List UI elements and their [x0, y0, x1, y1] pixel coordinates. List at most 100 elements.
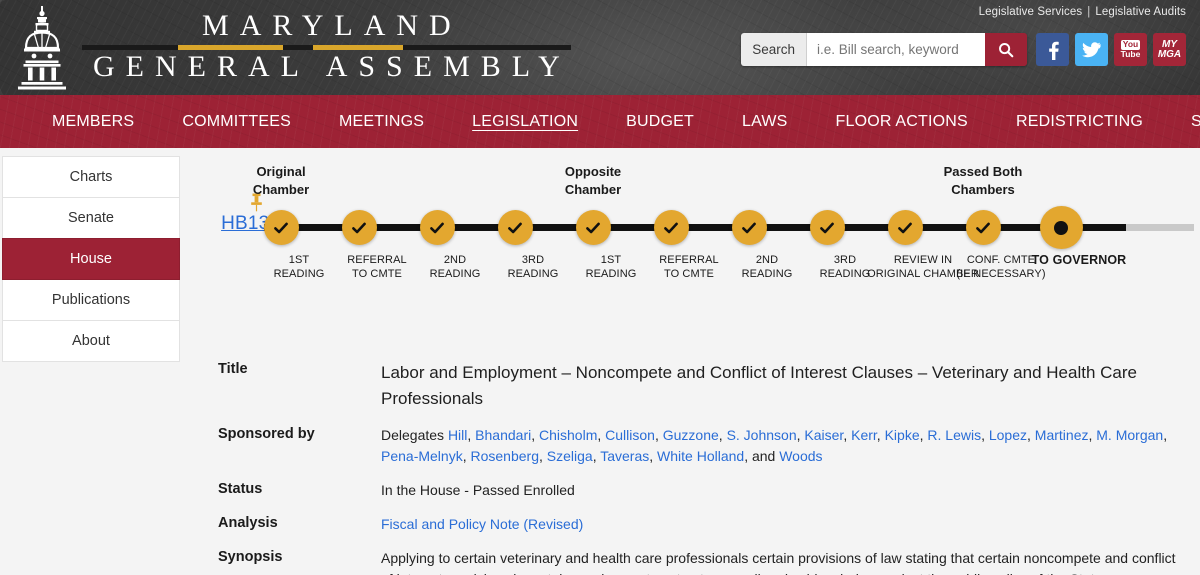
group-label-line1: Opposite [564, 164, 622, 179]
timeline-node-1-complete[interactable] [341, 210, 377, 245]
nav-item-legislation[interactable]: LEGISLATION [448, 113, 602, 131]
nav-item-meetings[interactable]: MEETINGS [315, 113, 448, 131]
site-header: MARYLAND GENERAL ASSEMBLY Legislative Se… [0, 0, 1200, 95]
check-icon [976, 222, 990, 233]
value-sponsors: Delegates Hill, Bhandari, Chisholm, Cull… [381, 427, 1168, 464]
sidebar-item-publications[interactable]: Publications [2, 279, 180, 321]
nav-item-committees[interactable]: COMMITTEES [158, 113, 315, 131]
group-label-line1: Passed Both [943, 164, 1023, 179]
sponsor-link[interactable]: Lopez [989, 427, 1027, 443]
search-box: Search [741, 33, 1027, 66]
mga-label-line2: MGA [1157, 48, 1182, 60]
header-search-area: Search You [741, 33, 1186, 66]
search-submit-button[interactable] [985, 33, 1027, 66]
detail-row-analysis: Analysis Fiscal and Policy Note (Revised… [218, 514, 1186, 535]
timeline-label-line2: (IF NECESSARY) [956, 268, 1046, 280]
sponsor-link[interactable]: M. Morgan [1096, 427, 1163, 443]
timeline-node-2-complete[interactable] [419, 210, 455, 245]
twitter-icon [1082, 41, 1101, 57]
sponsor-link[interactable]: Szeliga [547, 448, 593, 464]
sponsor-link[interactable]: Bhandari [475, 427, 531, 443]
sidebar-item-senate[interactable]: Senate [2, 197, 180, 239]
search-label: Search [741, 33, 807, 66]
social-links: You Tube MY MGA [1036, 33, 1186, 66]
header-utility-links: Legislative Services | Legislative Audits [979, 6, 1186, 18]
check-icon [664, 222, 678, 233]
site-logo[interactable]: MARYLAND GENERAL ASSEMBLY [12, 4, 571, 90]
search-input[interactable] [807, 33, 985, 66]
timeline-node-0-complete[interactable] [263, 210, 299, 245]
youtube-label-line2: Tube [1120, 48, 1141, 59]
nav-item-members[interactable]: MEMBERS [28, 113, 158, 131]
analysis-link[interactable]: Fiscal and Policy Note (Revised) [381, 516, 583, 532]
timeline-group-label-2: Passed Both Chambers [918, 163, 1048, 199]
page-body: Charts Senate House Publications About HB138… [0, 148, 1200, 575]
check-icon [430, 222, 444, 233]
sponsor-link[interactable]: Taveras [600, 448, 649, 464]
sponsor-link[interactable]: R. Lewis [927, 427, 981, 443]
youtube-link[interactable]: You Tube [1114, 33, 1147, 66]
timeline-node-4-complete[interactable] [575, 210, 611, 245]
sponsor-link[interactable]: Chisholm [539, 427, 597, 443]
check-icon [352, 222, 366, 233]
sponsor-link[interactable]: Hill [448, 427, 467, 443]
main-navigation-items: MEMBERS COMMITTEES MEETINGS LEGISLATION BUDG… [0, 113, 1200, 131]
maryland-statehouse-dome-icon [18, 6, 66, 90]
detail-row-title: Title Labor and Employment – Noncompete … [218, 360, 1186, 412]
timeline-node-8-complete[interactable] [887, 210, 923, 245]
timeline-track-remaining [1126, 224, 1194, 231]
sidebar-item-charts[interactable]: Charts [2, 156, 180, 198]
check-icon [508, 222, 522, 233]
sponsor-link[interactable]: White Holland [657, 448, 744, 464]
sponsor-link[interactable]: Pena-Melnyk [381, 448, 463, 464]
timeline-node-10-current[interactable] [1039, 206, 1083, 249]
link-legislative-audits[interactable]: Legislative Audits [1095, 6, 1186, 18]
sponsor-link[interactable]: Woods [779, 448, 822, 464]
timeline-node-9-complete[interactable] [965, 210, 1001, 245]
nav-item-laws[interactable]: LAWS [718, 113, 812, 131]
sponsor-link[interactable]: Martinez [1035, 427, 1089, 443]
group-label-line1: Original [256, 164, 306, 179]
value-status: In the House - Passed Enrolled [381, 482, 575, 498]
sponsor-link[interactable]: Kaiser [804, 427, 843, 443]
sponsor-link[interactable]: Guzzone [663, 427, 719, 443]
wordmark-line-1: MARYLAND [202, 9, 462, 43]
value-analysis: Fiscal and Policy Note (Revised) [381, 514, 1186, 535]
my-mga-link[interactable]: MY MGA [1153, 33, 1186, 66]
bill-details: Title Labor and Employment – Noncompete … [218, 360, 1186, 575]
timeline-node-3-complete[interactable] [497, 210, 533, 245]
timeline-group-label-0: Original Chamber [216, 163, 346, 199]
nav-item-redistricting[interactable]: REDISTRICTING [992, 113, 1167, 131]
timeline-node-7-complete[interactable] [809, 210, 845, 245]
nav-item-floor-actions[interactable]: FLOOR ACTIONS [812, 113, 992, 131]
check-icon [274, 222, 288, 233]
value-title: Labor and Employment – Noncompete and Co… [381, 363, 1137, 408]
nav-item-budget[interactable]: BUDGET [602, 113, 718, 131]
sponsor-link[interactable]: S. Johnson [727, 427, 797, 443]
check-icon [742, 222, 756, 233]
current-step-dot-icon [1054, 220, 1068, 235]
check-icon [820, 222, 834, 233]
twitter-link[interactable] [1075, 33, 1108, 66]
sidebar-item-house[interactable]: House [2, 238, 180, 280]
sponsor-link[interactable]: Rosenberg [470, 448, 539, 464]
timeline-node-6-complete[interactable] [731, 210, 767, 245]
detail-row-status: Status In the House - Passed Enrolled [218, 480, 1186, 501]
bill-progress-timeline: HB1388 1ST READING REFERRAL TO CMTE 2ND READI… [180, 148, 1200, 348]
sidebar: Charts Senate House Publications About [2, 156, 180, 362]
timeline-node-5-complete[interactable] [653, 210, 689, 245]
sidebar-item-about[interactable]: About [2, 320, 180, 362]
detail-row-sponsored-by: Sponsored by Delegates Hill, Bhandari, C… [218, 425, 1186, 467]
nav-item-search[interactable]: SEARCH [1167, 113, 1200, 131]
sponsor-link[interactable]: Cullison [605, 427, 655, 443]
link-legislative-services[interactable]: Legislative Services [979, 6, 1083, 18]
sponsor-link[interactable]: Kipke [885, 427, 920, 443]
facebook-link[interactable] [1036, 33, 1069, 66]
group-label-line2: Chamber [252, 182, 310, 197]
my-mga-badge: MY MGA [1157, 39, 1182, 60]
sponsor-link[interactable]: Kerr [851, 427, 877, 443]
label-analysis: Analysis [218, 515, 278, 531]
check-icon [898, 222, 912, 233]
group-label-line2: Chambers [951, 182, 1015, 197]
group-label-line2: Chamber [564, 182, 622, 197]
